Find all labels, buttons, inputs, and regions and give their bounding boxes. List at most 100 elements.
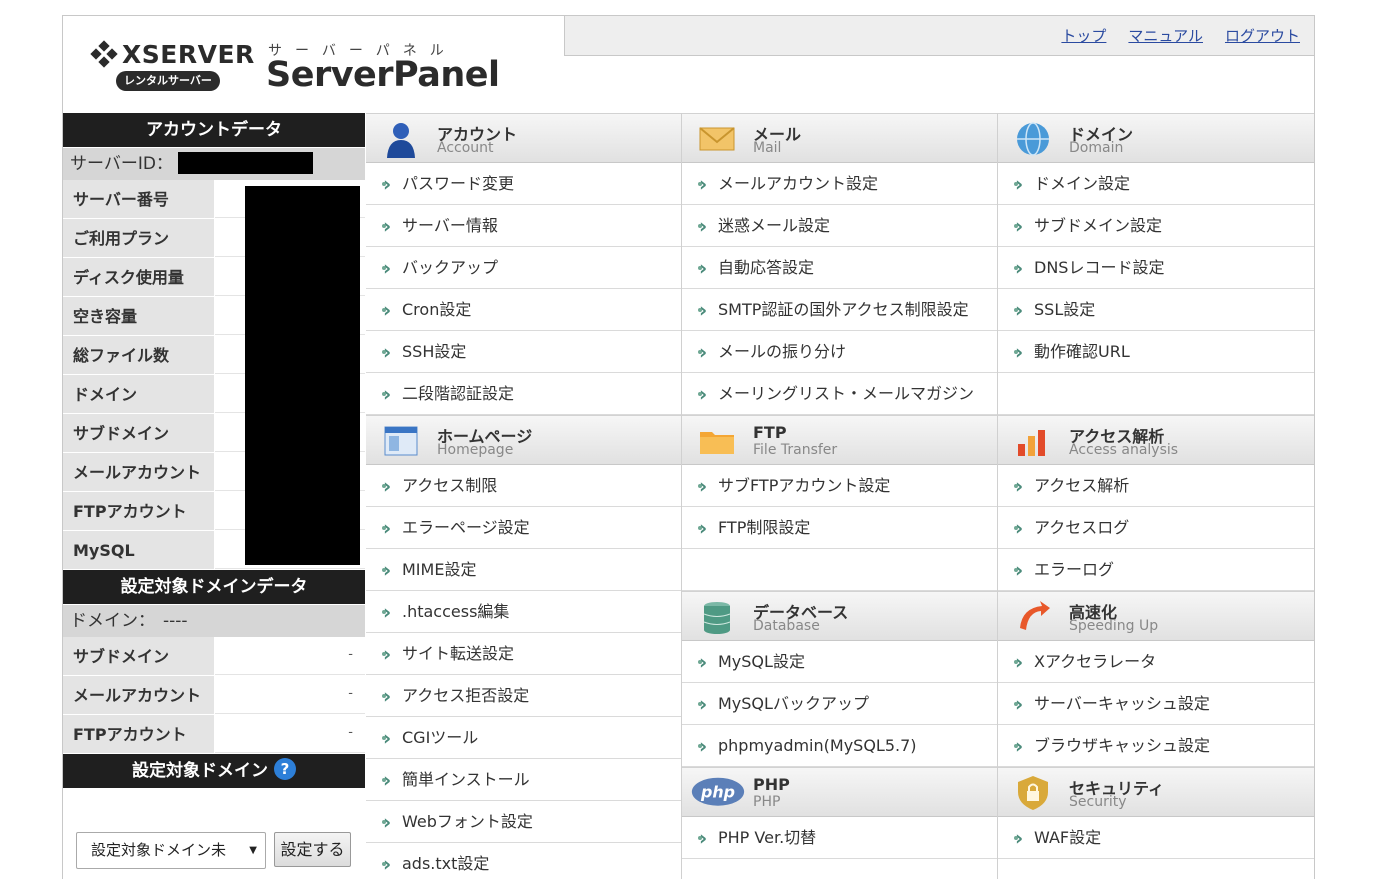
menu-link[interactable]: Webフォント設定 (366, 801, 682, 843)
menu-link[interactable]: 二段階認証設定 (366, 373, 682, 415)
category-subtitle: Mail (753, 140, 782, 156)
category-header: アカウント Account (366, 113, 682, 163)
svg-text:php: php (700, 782, 735, 801)
menu-link[interactable]: サーバー情報 (366, 205, 682, 247)
menu-link[interactable]: Cron設定 (366, 289, 682, 331)
account-row-label: MySQL (63, 531, 215, 569)
menu-link[interactable]: 簡単インストール (366, 759, 682, 801)
category-subtitle: Access analysis (1069, 442, 1179, 458)
account-row-label: 空き容量 (63, 297, 215, 335)
category-header: php PHP PHP (682, 767, 998, 817)
menu-link[interactable]: SMTP認証の国外アクセス制限設定 (682, 289, 998, 331)
category-header: ホームページ Homepage (366, 415, 682, 465)
menu-link[interactable]: アクセス制限 (366, 465, 682, 507)
menu-link[interactable]: アクセスログ (998, 507, 1314, 549)
account-row-label: ディスク使用量 (63, 258, 215, 296)
menu-link[interactable]: Xアクセラレータ (998, 641, 1314, 683)
set-domain-button[interactable]: 設定する (274, 832, 351, 867)
menu-column-1: アカウントAccountパスワード変更サーバー情報バックアップCron設定SSH… (366, 113, 682, 879)
brand-badge: レンタルサーバー (116, 71, 220, 91)
menu-link[interactable]: MySQL設定 (682, 641, 998, 683)
category-title: PHP (753, 775, 790, 794)
target-domain-row: ドメイン： ---- (63, 605, 365, 637)
category-subtitle: Domain (1069, 140, 1124, 156)
database-icon (698, 598, 736, 636)
category-subtitle: Homepage (437, 442, 514, 458)
mail-icon (698, 120, 736, 158)
menu-link[interactable]: WAF設定 (998, 817, 1314, 859)
domain-selector-title: 設定対象ドメイン (132, 761, 268, 781)
nav-manual-link[interactable]: マニュアル (1128, 25, 1203, 46)
target-row-value: - (215, 637, 365, 675)
category-header: 高速化 Speeding Up (998, 591, 1314, 641)
menu-link[interactable]: PHP Ver.切替 (682, 817, 998, 859)
menu-column-2: メールMailメールアカウント設定迷惑メール設定自動応答設定SMTP認証の国外ア… (682, 113, 998, 859)
menu-link[interactable]: サーバーキャッシュ設定 (998, 683, 1314, 725)
menu-link[interactable]: 自動応答設定 (682, 247, 998, 289)
account-row-label: FTPアカウント (63, 492, 215, 530)
menu-link[interactable]: ブラウザキャッシュ設定 (998, 725, 1314, 767)
menu-link[interactable]: MIME設定 (366, 549, 682, 591)
menu-link[interactable]: MySQLバックアップ (682, 683, 998, 725)
brand-name: XSERVER (122, 40, 255, 69)
category-header: アクセス解析 Access analysis (998, 415, 1314, 465)
lock-icon (1014, 774, 1052, 812)
menu-link[interactable]: サイト転送設定 (366, 633, 682, 675)
nav-top-link[interactable]: トップ (1061, 25, 1106, 46)
menu-link[interactable]: ドメイン設定 (998, 163, 1314, 205)
menu-link[interactable]: サブFTPアカウント設定 (682, 465, 998, 507)
target-row-label: サブドメイン (63, 637, 215, 675)
menu-link[interactable]: 動作確認URL (998, 331, 1314, 373)
category-subtitle: Database (753, 618, 820, 634)
menu-link[interactable]: メールアカウント設定 (682, 163, 998, 205)
menu-link[interactable]: パスワード変更 (366, 163, 682, 205)
account-icon (382, 120, 420, 158)
menu-link[interactable]: アクセス拒否設定 (366, 675, 682, 717)
domain-select-area: 設定対象ドメイン未 ▼ 設定する (63, 789, 365, 879)
category-title: FTP (753, 423, 787, 442)
menu-link[interactable]: 迷惑メール設定 (682, 205, 998, 247)
redacted-account-values (245, 186, 360, 565)
category-header: ドメイン Domain (998, 113, 1314, 163)
menu-link[interactable]: SSH設定 (366, 331, 682, 373)
menu-link[interactable]: .htaccess編集 (366, 591, 682, 633)
menu-link[interactable]: アクセス解析 (998, 465, 1314, 507)
target-domain-data-heading: 設定対象ドメインデータ (63, 570, 365, 605)
column-divider (681, 113, 682, 879)
menu-link[interactable]: エラーページ設定 (366, 507, 682, 549)
globe-icon (1014, 120, 1052, 158)
category-subtitle: Security (1069, 794, 1127, 810)
menu-link[interactable]: サブドメイン設定 (998, 205, 1314, 247)
menu-link[interactable]: phpmyadmin(MySQL5.7) (682, 725, 998, 767)
menu-link[interactable]: バックアップ (366, 247, 682, 289)
top-nav: トップ マニュアル ログアウト (564, 16, 1314, 56)
category-header: データベース Database (682, 591, 998, 641)
account-row-label: ご利用プラン (63, 219, 215, 257)
menu-link[interactable]: SSL設定 (998, 289, 1314, 331)
target-row-value: - (215, 715, 365, 753)
account-row-label: ドメイン (63, 375, 215, 413)
target-row: サブドメイン - (63, 637, 365, 676)
account-row-label: サブドメイン (63, 414, 215, 452)
menu-link[interactable]: エラーログ (998, 549, 1314, 591)
chart-icon (1014, 422, 1052, 460)
target-row: メールアカウント - (63, 676, 365, 715)
domain-select[interactable]: 設定対象ドメイン未 ▼ (76, 832, 266, 869)
menu-link[interactable]: DNSレコード設定 (998, 247, 1314, 289)
homepage-icon (382, 422, 420, 460)
chevron-down-icon: ▼ (249, 845, 257, 856)
product-name: ServerPanel (266, 55, 500, 95)
nav-logout-link[interactable]: ログアウト (1225, 25, 1300, 46)
menu-link[interactable]: FTP制限設定 (682, 507, 998, 549)
target-row-value: - (215, 676, 365, 714)
category-subtitle: Speeding Up (1069, 618, 1159, 634)
menu-link[interactable]: メーリングリスト・メールマガジン (682, 373, 998, 415)
menu-blank-cell (682, 549, 998, 591)
menu-link[interactable]: メールの振り分け (682, 331, 998, 373)
menu-link[interactable]: CGIツール (366, 717, 682, 759)
domain-select-value: 設定対象ドメイン未 (91, 841, 227, 859)
target-row-label: FTPアカウント (63, 715, 215, 753)
menu-link[interactable]: ads.txt設定 (366, 843, 682, 879)
help-icon[interactable]: ? (274, 758, 296, 780)
account-data-heading: アカウントデータ (63, 113, 365, 148)
